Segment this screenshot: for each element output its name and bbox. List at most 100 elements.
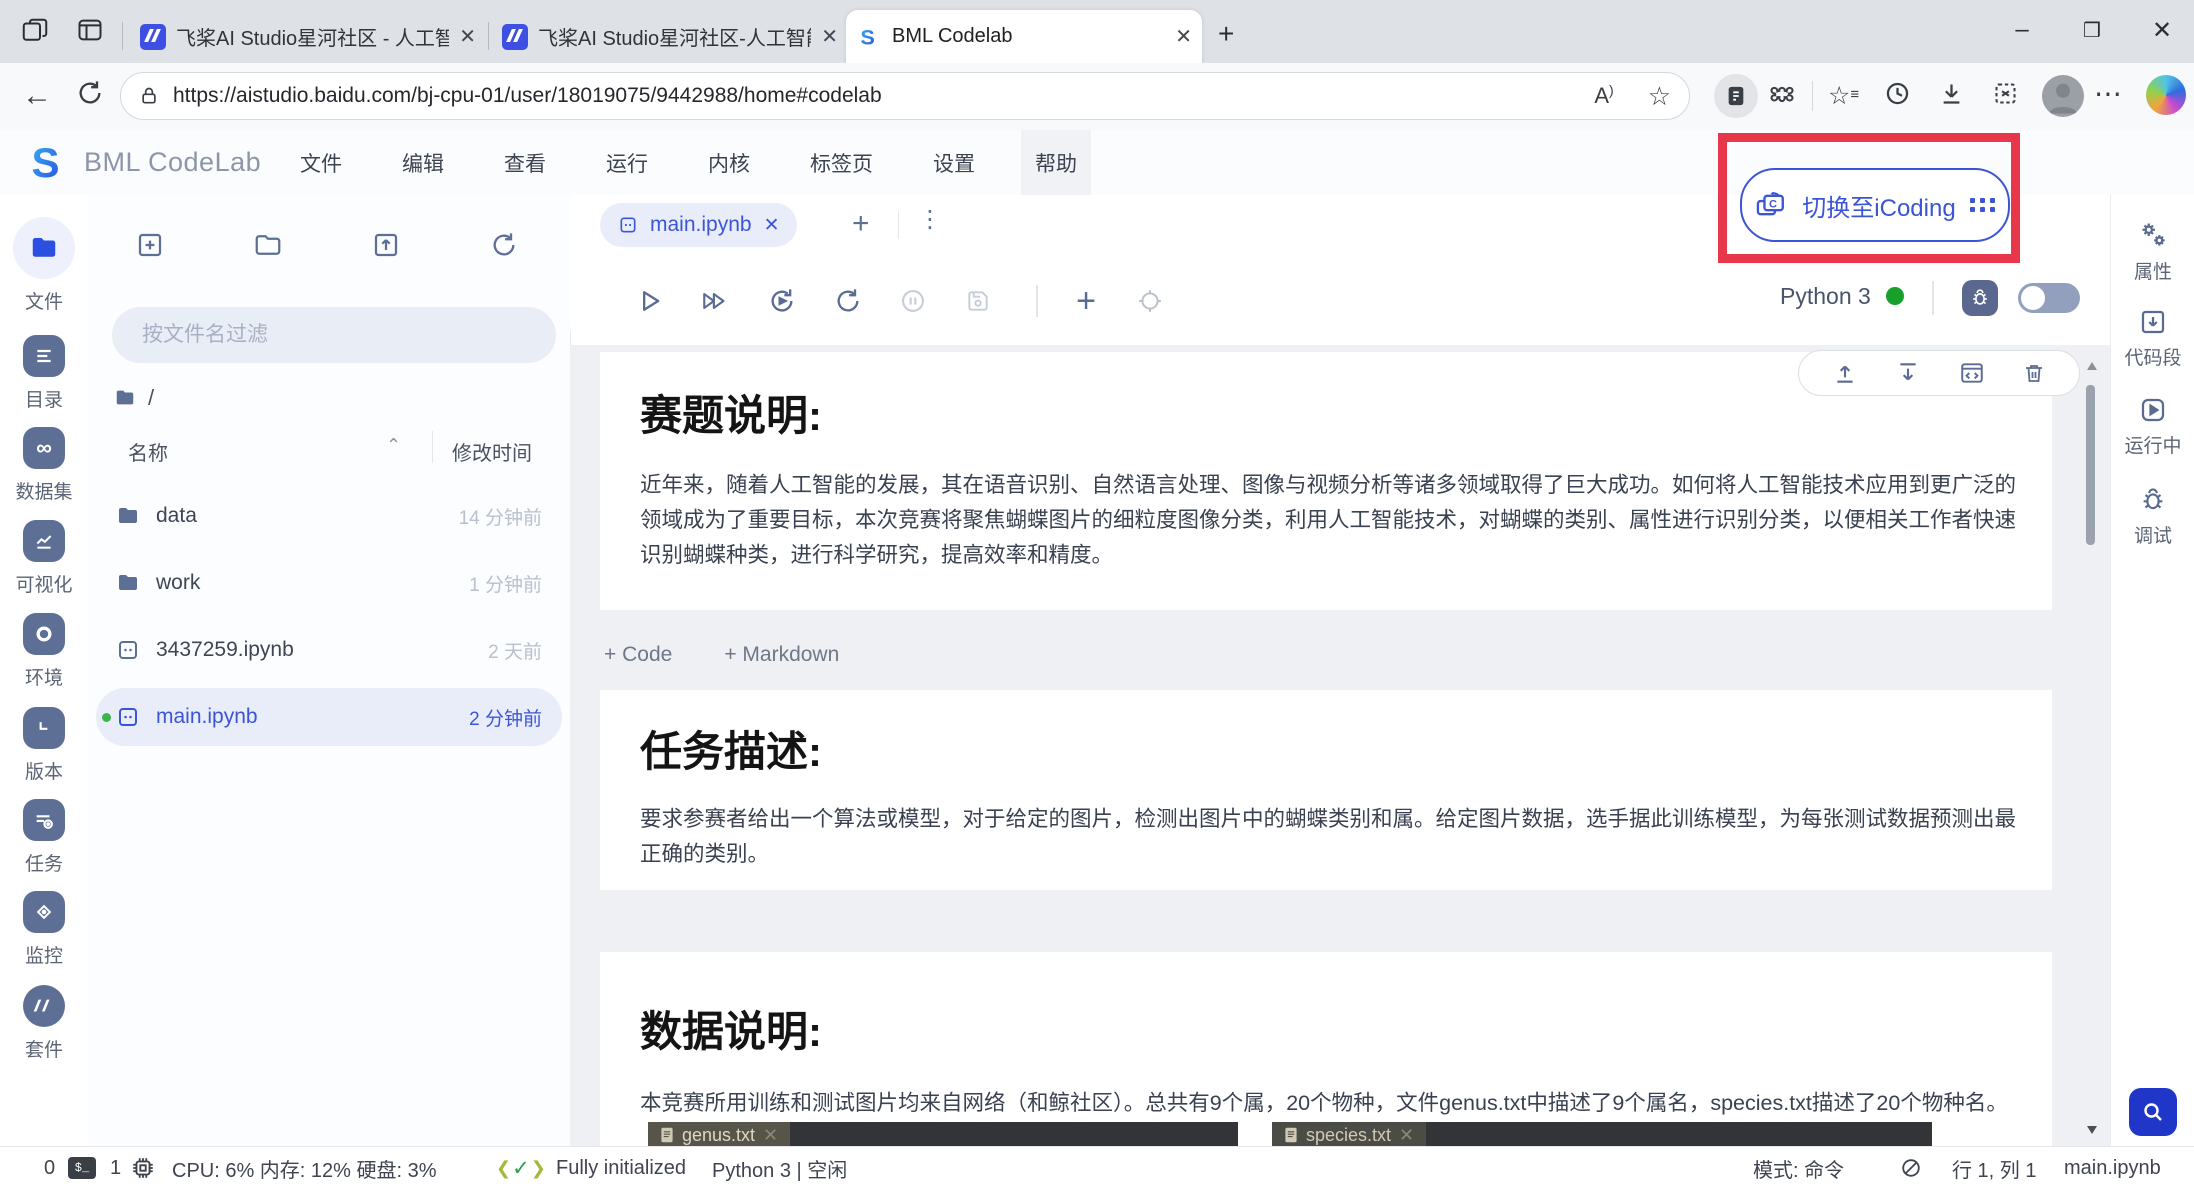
browser-tab-active[interactable]: S BML Codelab ✕ bbox=[846, 10, 1202, 63]
sidebar-item-versions[interactable]: 版本 bbox=[0, 707, 88, 784]
terminals-count[interactable]: 0 bbox=[44, 1147, 55, 1188]
kernels-count[interactable]: 1 bbox=[110, 1147, 121, 1188]
notifications-icon[interactable] bbox=[1900, 1147, 1922, 1188]
filter-input[interactable] bbox=[112, 307, 556, 363]
scrollbar-up-icon[interactable] bbox=[2086, 360, 2098, 372]
refresh-kernel-button[interactable] bbox=[826, 279, 870, 323]
refresh-files-button[interactable] bbox=[484, 225, 524, 265]
panel-item-snippets[interactable]: 代码段 bbox=[2111, 307, 2194, 370]
menu-item-tabs[interactable]: 标签页 bbox=[796, 130, 887, 195]
upload-button[interactable] bbox=[366, 225, 406, 265]
sidebar-item-toc[interactable]: 目录 bbox=[0, 335, 88, 412]
tab-close-icon[interactable]: ✕ bbox=[459, 24, 476, 49]
copilot-icon[interactable] bbox=[2146, 75, 2186, 115]
back-button[interactable]: ← bbox=[22, 79, 52, 113]
run-button[interactable] bbox=[628, 279, 672, 323]
tab-actions-icon[interactable] bbox=[76, 16, 104, 44]
menu-item-kernel[interactable]: 内核 bbox=[694, 130, 764, 195]
panel-item-debug[interactable]: 调试 bbox=[2111, 485, 2194, 548]
menu-item-file[interactable]: 文件 bbox=[286, 130, 356, 195]
sidebar-item-environment[interactable]: 环境 bbox=[0, 613, 88, 690]
sidebar-item-suites[interactable]: 套件 bbox=[0, 985, 88, 1062]
add-cell-button[interactable]: + bbox=[1064, 279, 1108, 323]
scrollbar-down-icon[interactable] bbox=[2086, 1124, 2098, 1136]
embedded-tab-close-icon[interactable]: ✕ bbox=[763, 1125, 778, 1146]
column-modified[interactable]: 修改时间 bbox=[452, 437, 532, 466]
tab-close-icon[interactable]: ✕ bbox=[1175, 24, 1192, 49]
new-tab-button[interactable]: + bbox=[1218, 18, 1234, 50]
embedded-tab-genus[interactable]: genus.txt ✕ bbox=[648, 1122, 790, 1148]
kernel-name[interactable]: Python 3 bbox=[1780, 283, 1871, 310]
notebook-tab[interactable]: main.ipynb ✕ bbox=[600, 203, 797, 247]
sort-asc-icon[interactable]: ⌃ bbox=[386, 435, 401, 456]
markdown-cell[interactable]: 数据说明: 本竞赛所用训练和测试图片均来自网络（和鲸社区）。总共有9个属，20个… bbox=[600, 952, 2052, 1146]
menu-item-run[interactable]: 运行 bbox=[592, 130, 662, 195]
embedded-tab-close-icon[interactable]: ✕ bbox=[1399, 1125, 1414, 1146]
panel-item-properties[interactable]: 属性 bbox=[2111, 217, 2194, 284]
debug-bug-button[interactable] bbox=[1962, 280, 1998, 316]
add-notebook-tab-button[interactable]: + bbox=[852, 207, 870, 241]
workspaces-icon[interactable] bbox=[20, 16, 50, 46]
screenshot-icon[interactable] bbox=[1992, 80, 2019, 107]
to-code-button[interactable] bbox=[1959, 360, 1985, 386]
switch-to-icoding-button[interactable]: C 切换至iCoding bbox=[1740, 168, 2010, 242]
more-menu-icon[interactable]: ⋯ bbox=[2094, 77, 2124, 110]
menu-item-settings[interactable]: 设置 bbox=[919, 130, 989, 195]
extensions-icon[interactable] bbox=[1768, 81, 1796, 109]
sidebar-item-monitoring[interactable]: 监控 bbox=[0, 891, 88, 968]
downloads-icon[interactable] bbox=[1938, 80, 1965, 107]
browser-tab[interactable]: 飞桨AI Studio星河社区-人工智能 ✕ bbox=[492, 10, 848, 63]
file-row[interactable]: 3437259.ipynb 2 天前 bbox=[96, 621, 562, 679]
sidebar-item-datasets[interactable]: ∞ 数据集 bbox=[0, 427, 88, 504]
maximize-button[interactable]: ❒ bbox=[2060, 0, 2124, 60]
menu-item-edit[interactable]: 编辑 bbox=[388, 130, 458, 195]
kernel-toggle[interactable] bbox=[2018, 283, 2080, 313]
add-markdown-button[interactable]: + Markdown bbox=[724, 643, 839, 667]
browser-tab[interactable]: 飞桨AI Studio星河社区 - 人工智能 ✕ bbox=[130, 10, 486, 63]
minimize-button[interactable]: – bbox=[1990, 0, 2054, 60]
favorites-bar-icon[interactable]: ☆≡ bbox=[1828, 81, 1857, 111]
column-name[interactable]: 名称 bbox=[128, 437, 168, 466]
notebook-tab-close-icon[interactable]: ✕ bbox=[764, 214, 780, 237]
markdown-cell[interactable]: 任务描述: 要求参赛者给出一个算法或模型，对于给定的图片，检测出图片中的蝴蝶类别… bbox=[600, 690, 2052, 890]
scrollbar-thumb[interactable] bbox=[2086, 385, 2095, 545]
add-code-button[interactable]: + Code bbox=[604, 643, 672, 667]
tab-menu-icon[interactable]: ⋮ bbox=[918, 205, 942, 234]
mode-indicator[interactable]: 模式: 命令 bbox=[1753, 1147, 1844, 1188]
kernel-state[interactable]: Python 3 | 空闲 bbox=[712, 1147, 847, 1188]
menu-item-view[interactable]: 查看 bbox=[490, 130, 560, 195]
insert-below-button[interactable] bbox=[1895, 360, 1921, 386]
insert-above-button[interactable] bbox=[1832, 360, 1858, 386]
restart-run-button[interactable] bbox=[760, 279, 804, 323]
breadcrumb[interactable]: / bbox=[114, 385, 154, 411]
embedded-tab-species[interactable]: species.txt ✕ bbox=[1272, 1122, 1426, 1148]
delete-cell-button[interactable] bbox=[2022, 361, 2046, 385]
profile-avatar[interactable] bbox=[2042, 75, 2084, 117]
url-field[interactable]: https://aistudio.baidu.com/bj-cpu-01/use… bbox=[120, 72, 1690, 120]
address-bar: ← https://aistudio.baidu.com/bj-cpu-01/u… bbox=[0, 63, 2194, 131]
tab-close-icon[interactable]: ✕ bbox=[821, 24, 838, 49]
sidebar-item-visualization[interactable]: 可视化 bbox=[0, 520, 88, 597]
run-all-button[interactable] bbox=[694, 279, 738, 323]
terminal-icon[interactable]: $_ bbox=[68, 1147, 96, 1188]
file-row-selected[interactable]: main.ipynb 2 分钟前 bbox=[96, 688, 562, 746]
target-button[interactable] bbox=[1128, 279, 1172, 323]
read-aloud-icon[interactable]: A) bbox=[1594, 83, 1613, 109]
search-help-button[interactable] bbox=[2129, 1088, 2177, 1136]
sidebar-item-files[interactable]: 文件 bbox=[0, 217, 88, 314]
close-button[interactable]: ✕ bbox=[2130, 0, 2194, 60]
menu-item-help[interactable]: 帮助 bbox=[1021, 130, 1091, 195]
file-row[interactable]: data 14 分钟前 bbox=[96, 487, 562, 545]
panel-item-running[interactable]: 运行中 bbox=[2111, 395, 2194, 458]
gears-icon bbox=[2136, 217, 2170, 251]
history-icon[interactable] bbox=[1884, 80, 1911, 107]
active-file[interactable]: main.ipynb bbox=[2064, 1147, 2161, 1188]
copilot-pages-icon[interactable] bbox=[1714, 74, 1758, 118]
favorite-star-icon[interactable]: ☆ bbox=[1648, 81, 1671, 112]
new-folder-button[interactable] bbox=[248, 225, 288, 265]
sidebar-item-tasks[interactable]: 任务 bbox=[0, 799, 88, 876]
reload-button[interactable] bbox=[76, 79, 104, 107]
file-row[interactable]: work 1 分钟前 bbox=[96, 554, 562, 612]
cursor-position[interactable]: 行 1, 列 1 bbox=[1952, 1147, 2036, 1188]
new-notebook-button[interactable] bbox=[130, 225, 170, 265]
